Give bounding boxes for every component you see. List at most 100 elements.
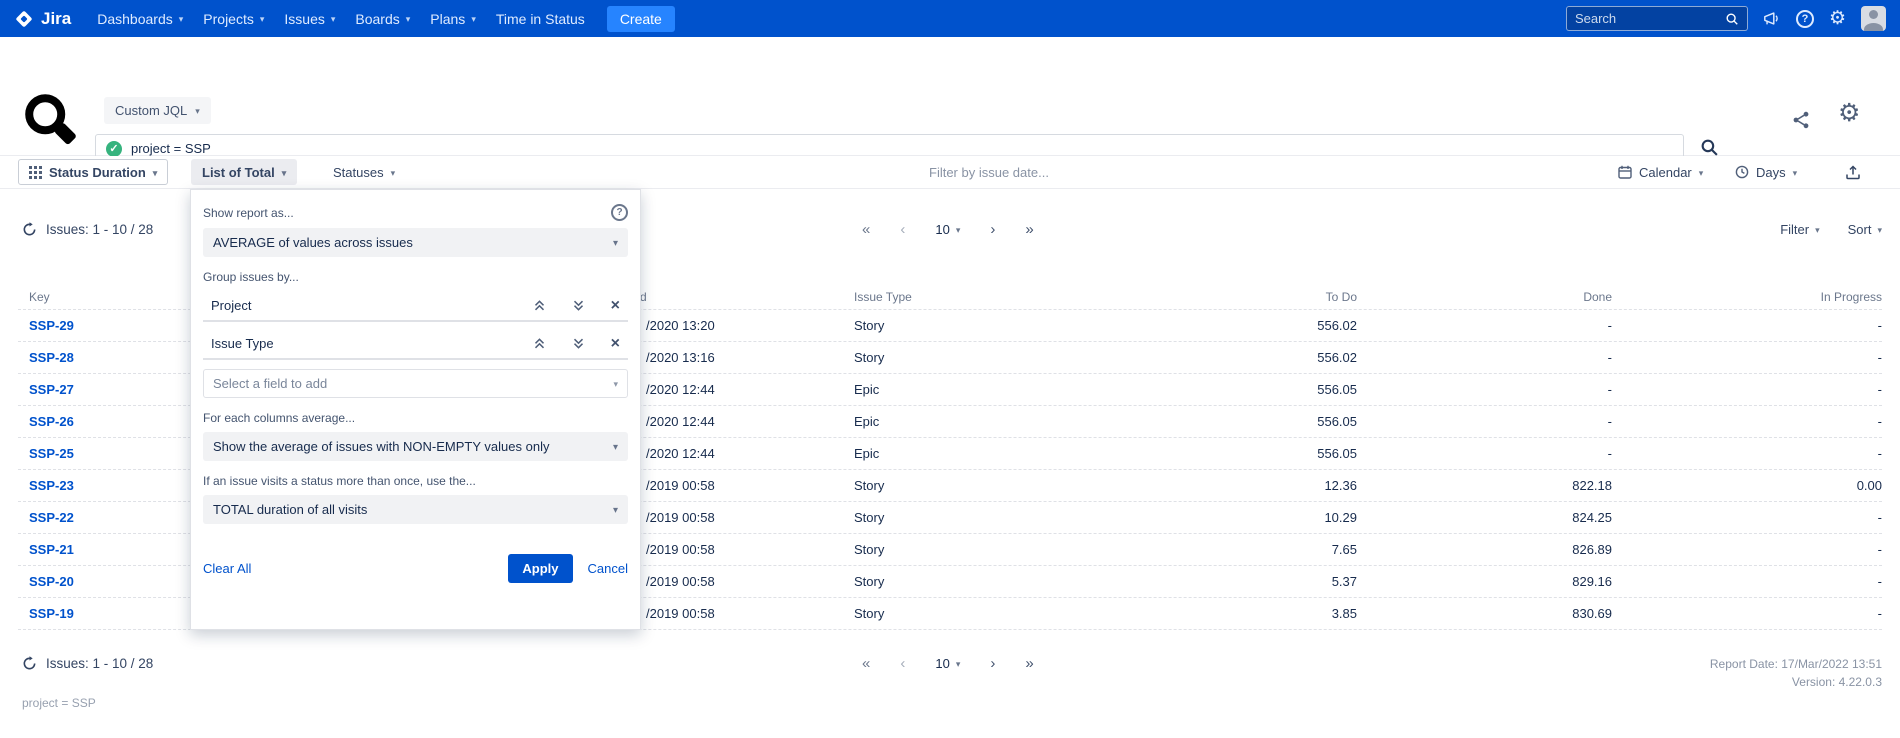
nav-item-boards[interactable]: Boards ▾ <box>345 0 420 37</box>
navbar-search-input[interactable] <box>1575 11 1725 26</box>
refresh-icon[interactable] <box>22 656 37 671</box>
clear-all-link[interactable]: Clear All <box>203 561 251 576</box>
page-next-button[interactable]: › <box>990 655 995 672</box>
page-last-button[interactable]: » <box>1025 655 1033 672</box>
issue-key-link[interactable]: SSP-21 <box>29 534 74 566</box>
nav-item-issues[interactable]: Issues ▾ <box>274 0 345 37</box>
move-down-icon[interactable] <box>572 337 585 350</box>
cancel-link[interactable]: Cancel <box>588 561 628 576</box>
cell-done: 830.69 <box>1572 598 1612 630</box>
custom-jql-dropdown-button[interactable]: Custom JQL ▾ <box>104 97 211 124</box>
clock-icon <box>1735 165 1749 179</box>
jira-logo[interactable]: Jira <box>14 9 71 29</box>
cell-todo: 556.05 <box>1317 374 1357 406</box>
create-button[interactable]: Create <box>607 6 675 32</box>
nav-item-time-in-status[interactable]: Time in Status <box>486 0 595 37</box>
issue-key-link[interactable]: SSP-23 <box>29 470 74 502</box>
page-first-button[interactable]: « <box>862 221 870 238</box>
cell-issue-type: Story <box>854 534 884 566</box>
issue-date-filter[interactable]: Filter by issue date... <box>929 156 1049 189</box>
issue-key-link[interactable]: SSP-28 <box>29 342 74 374</box>
issue-key-link[interactable]: SSP-27 <box>29 374 74 406</box>
announcements-megaphone-icon[interactable] <box>1763 10 1781 27</box>
page-last-button[interactable]: » <box>1025 221 1033 238</box>
custom-jql-label: Custom JQL <box>115 103 187 118</box>
column-header-issue-type[interactable]: Issue Type <box>854 284 912 310</box>
chevron-down-icon: ▾ <box>260 12 265 25</box>
multiple-visits-select[interactable]: TOTAL duration of all visits ▾ <box>203 495 628 524</box>
chevron-down-icon: ▾ <box>331 12 336 25</box>
remove-field-icon[interactable]: × <box>611 336 620 352</box>
cell-done: - <box>1608 310 1612 342</box>
cell-created: /2019 00:58 <box>646 470 715 502</box>
cell-issue-type: Epic <box>854 438 879 470</box>
page-prev-button[interactable]: ‹ <box>900 655 905 672</box>
issue-key-link[interactable]: SSP-20 <box>29 566 74 598</box>
cell-issue-type: Story <box>854 310 884 342</box>
statuses-label: Statuses <box>333 165 384 180</box>
column-header-done[interactable]: Done <box>1583 284 1612 310</box>
apply-button[interactable]: Apply <box>508 554 572 583</box>
nav-item-plans[interactable]: Plans ▾ <box>420 0 486 37</box>
page-size-select[interactable]: 10 ▾ <box>935 656 960 671</box>
export-icon[interactable] <box>1845 164 1861 186</box>
column-header-todo[interactable]: To Do <box>1326 284 1357 310</box>
remove-field-icon[interactable]: × <box>611 298 620 314</box>
issues-count-text: Issues: 1 - 10 / 28 <box>46 222 153 237</box>
help-icon[interactable]: ? <box>611 204 628 221</box>
nav-item-projects[interactable]: Projects ▾ <box>193 0 274 37</box>
time-units-button[interactable]: Days ▾ <box>1731 159 1801 185</box>
sort-button[interactable]: Sort ▾ <box>1848 222 1882 237</box>
move-up-icon[interactable] <box>533 337 546 350</box>
calendar-button[interactable]: Calendar ▾ <box>1614 159 1707 185</box>
user-avatar[interactable] <box>1861 6 1886 31</box>
chevron-down-icon: ▾ <box>1699 166 1704 179</box>
view-mode-label: List of Total <box>202 165 275 180</box>
nav-item-label: Time in Status <box>496 11 585 27</box>
cell-created: /2019 00:58 <box>646 598 715 630</box>
nav-item-dashboards[interactable]: Dashboards ▾ <box>87 0 193 37</box>
cell-todo: 556.02 <box>1317 342 1357 374</box>
column-header-key[interactable]: Key <box>29 284 50 310</box>
chevron-down-icon: ▾ <box>613 377 618 390</box>
page-size-select[interactable]: 10 ▾ <box>935 222 960 237</box>
cell-issue-type: Epic <box>854 374 879 406</box>
report-as-select[interactable]: AVERAGE of values across issues ▾ <box>203 228 628 257</box>
cell-created: /2020 12:44 <box>646 374 715 406</box>
cell-in-progress: - <box>1878 534 1882 566</box>
multiple-visits-value: TOTAL duration of all visits <box>213 502 367 517</box>
issue-key-link[interactable]: SSP-22 <box>29 502 74 534</box>
grid-icon <box>29 166 42 179</box>
issue-key-link[interactable]: SSP-26 <box>29 406 74 438</box>
page-first-button[interactable]: « <box>862 655 870 672</box>
issues-count-text: Issues: 1 - 10 / 28 <box>46 656 153 671</box>
cell-issue-type: Story <box>854 342 884 374</box>
filter-button[interactable]: Filter ▾ <box>1780 222 1819 237</box>
page-prev-button[interactable]: ‹ <box>900 221 905 238</box>
add-field-select[interactable]: Select a field to add ▾ <box>203 369 628 398</box>
group-field-name: Project <box>211 298 251 313</box>
gear-icon[interactable]: ⚙ <box>1829 9 1846 28</box>
chevron-down-icon: ▾ <box>956 657 961 670</box>
cell-done: 826.89 <box>1572 534 1612 566</box>
issue-key-link[interactable]: SSP-25 <box>29 438 74 470</box>
statuses-button[interactable]: Statuses ▾ <box>325 159 403 185</box>
help-icon[interactable]: ? <box>1796 10 1814 28</box>
column-header-in-progress[interactable]: In Progress <box>1821 284 1882 310</box>
columns-average-select[interactable]: Show the average of issues with NON-EMPT… <box>203 432 628 461</box>
refresh-icon[interactable] <box>22 222 37 237</box>
issue-key-link[interactable]: SSP-19 <box>29 598 74 630</box>
share-icon[interactable] <box>1791 110 1811 135</box>
page-next-button[interactable]: › <box>990 221 995 238</box>
move-up-icon[interactable] <box>533 299 546 312</box>
app-magnifier-logo-icon <box>9 78 97 166</box>
settings-gear-icon[interactable]: ⚙ <box>1838 101 1860 126</box>
report-type-button[interactable]: Status Duration ▾ <box>18 159 168 185</box>
calendar-icon <box>1618 165 1632 179</box>
view-mode-button[interactable]: List of Total ▾ <box>191 159 297 185</box>
cell-todo: 556.05 <box>1317 438 1357 470</box>
cell-done: 822.18 <box>1572 470 1612 502</box>
issue-key-link[interactable]: SSP-29 <box>29 310 74 342</box>
cell-issue-type: Story <box>854 598 884 630</box>
move-down-icon[interactable] <box>572 299 585 312</box>
